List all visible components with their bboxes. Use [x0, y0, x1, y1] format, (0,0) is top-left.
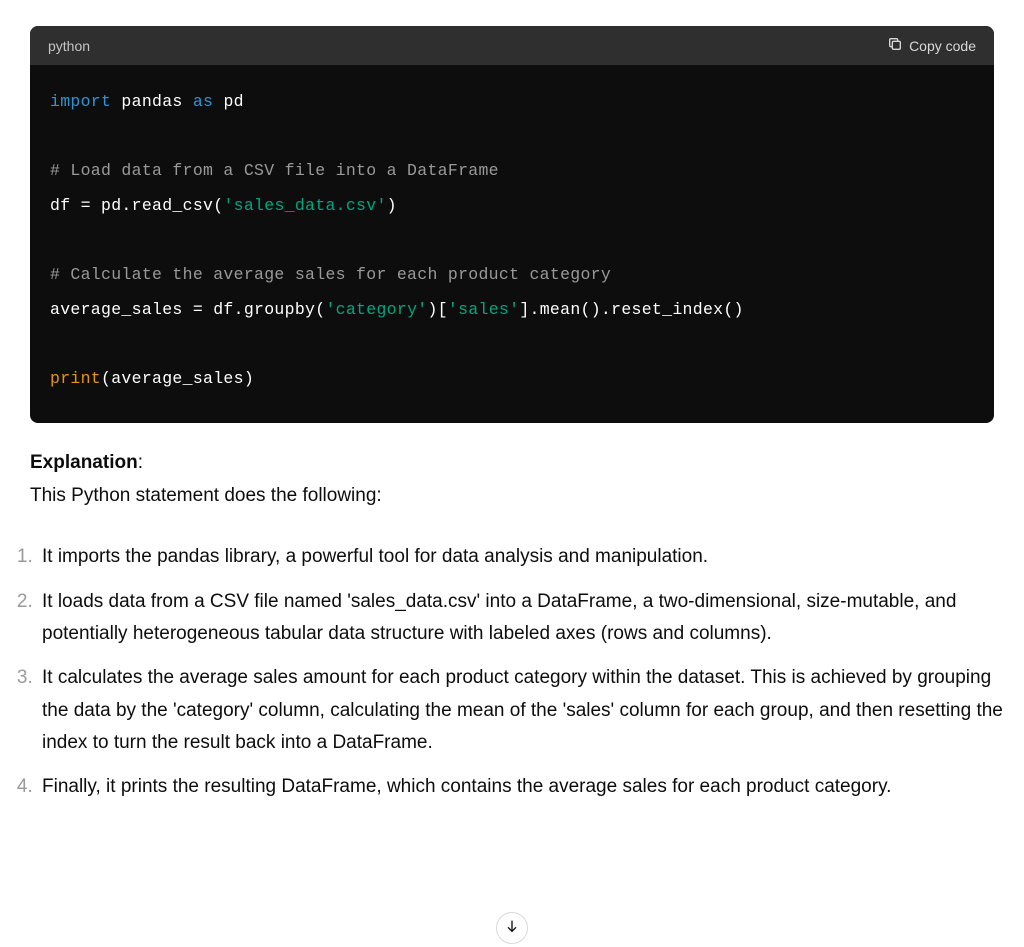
code-token: ) — [387, 196, 397, 215]
code-token: pandas — [111, 92, 193, 111]
code-content[interactable]: import pandas as pd # Load data from a C… — [30, 65, 994, 423]
list-item: It calculates the average sales amount f… — [38, 662, 1014, 759]
code-token: df = pd.read_csv( — [50, 196, 223, 215]
code-token: pd — [213, 92, 244, 111]
code-token: as — [193, 92, 213, 111]
copy-code-button[interactable]: Copy code — [887, 36, 976, 55]
explanation-colon: : — [138, 452, 143, 473]
copy-code-label: Copy code — [909, 38, 976, 54]
code-token: import — [50, 92, 111, 111]
code-token: print — [50, 369, 101, 388]
code-block: python Copy code import pandas as pd # L… — [30, 26, 994, 423]
list-item: It loads data from a CSV file named 'sal… — [38, 586, 1014, 651]
explanation-section: Explanation: This Python statement does … — [30, 447, 994, 512]
code-token: )[ — [427, 300, 447, 319]
code-token: 'sales_data.csv' — [223, 196, 386, 215]
explanation-heading: Explanation: — [30, 447, 994, 478]
code-token: average_sales = df.groupby( — [50, 300, 325, 319]
list-item: It imports the pandas library, a powerfu… — [38, 541, 1014, 573]
explanation-intro: This Python statement does the following… — [30, 480, 994, 511]
list-item: Finally, it prints the resulting DataFra… — [38, 771, 1014, 803]
code-language-label: python — [48, 38, 90, 54]
explanation-label: Explanation — [30, 452, 138, 473]
explanation-list: It imports the pandas library, a powerfu… — [10, 541, 1014, 803]
code-token: # Load data from a CSV file into a DataF… — [50, 161, 499, 180]
code-token: 'sales' — [448, 300, 519, 319]
code-token: 'category' — [325, 300, 427, 319]
code-token: ].mean().reset_index() — [519, 300, 743, 319]
code-header: python Copy code — [30, 26, 994, 65]
arrow-down-icon — [504, 918, 520, 939]
code-token: (average_sales) — [101, 369, 254, 388]
code-token: # Calculate the average sales for each p… — [50, 265, 611, 284]
scroll-down-button[interactable] — [496, 912, 528, 944]
clipboard-icon — [887, 36, 903, 55]
